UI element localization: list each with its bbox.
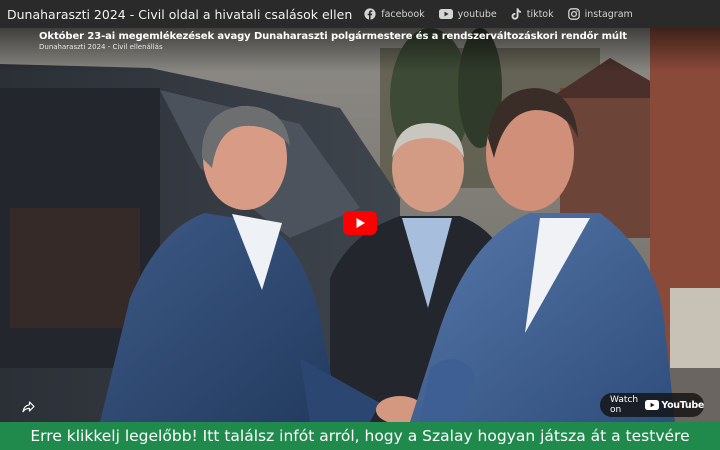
social-link-instagram[interactable]: instagram: [567, 8, 633, 20]
social-link-youtube[interactable]: youtube: [438, 8, 497, 20]
site-title[interactable]: Dunaharaszti 2024 - Civil oldal a hivata…: [7, 7, 352, 22]
promo-banner-link[interactable]: Erre klikkelj legelőbb! Itt találsz infó…: [0, 422, 720, 450]
video-title[interactable]: Október 23-ai megemlékezések avagy Dunah…: [39, 31, 627, 42]
watch-on-label: Watch on: [610, 395, 639, 415]
share-icon: [21, 401, 35, 413]
social-label-youtube: youtube: [457, 8, 497, 20]
youtube-logo: YouTube: [645, 400, 704, 411]
youtube-icon: [438, 9, 453, 19]
video-embed[interactable]: Október 23-ai megemlékezések avagy Dunah…: [0, 28, 720, 422]
social-label-tiktok: tiktok: [526, 8, 554, 20]
share-button[interactable]: [15, 394, 41, 420]
play-button[interactable]: [343, 211, 377, 235]
youtube-logo-icon: [645, 400, 660, 410]
facebook-icon: [364, 8, 376, 20]
social-link-facebook[interactable]: facebook: [364, 8, 425, 20]
social-link-tiktok[interactable]: tiktok: [511, 8, 554, 20]
top-header-bar: Dunaharaszti 2024 - Civil oldal a hivata…: [0, 0, 720, 28]
video-channel-name[interactable]: Dunaharaszti 2024 - Civil ellenállás: [39, 43, 163, 51]
youtube-logo-text: YouTube: [661, 399, 704, 411]
social-label-facebook: facebook: [381, 8, 425, 20]
instagram-icon: [567, 8, 580, 20]
watch-on-youtube-button[interactable]: Watch on YouTube: [600, 393, 704, 417]
page: Dunaharaszti 2024 - Civil oldal a hivata…: [0, 0, 720, 450]
tiktok-icon: [511, 8, 521, 20]
social-label-instagram: instagram: [584, 8, 633, 20]
video-title-overlay: Október 23-ai megemlékezések avagy Dunah…: [0, 28, 720, 72]
play-icon: [343, 211, 377, 235]
social-links: facebook youtube tiktok instagram: [364, 8, 633, 20]
